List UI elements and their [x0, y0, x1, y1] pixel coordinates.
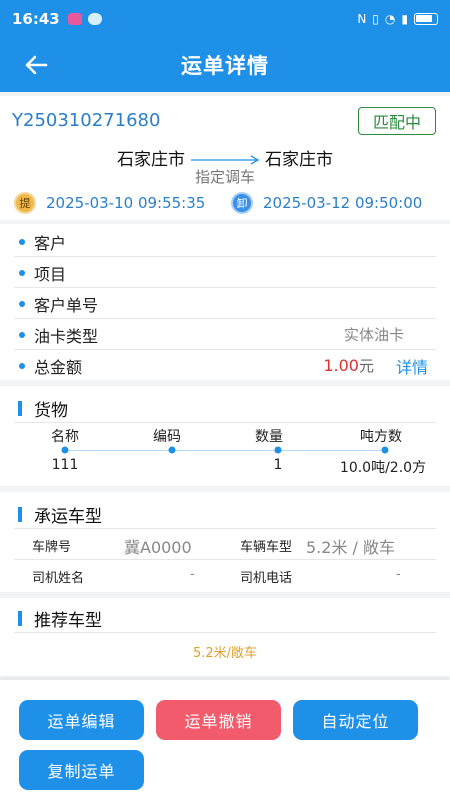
unload-time: 2025-03-12 09:50:00 [263, 194, 423, 212]
customer-row: 客户 [0, 226, 450, 257]
goods-col-name: 名称 [51, 429, 79, 445]
pickup-time: 2025-03-10 09:55:35 [46, 194, 206, 212]
goods-quantity: 1 [273, 457, 283, 473]
vehicle-row-1: 车牌号 冀A0000 车辆车型 5.2米 / 敞车 [0, 529, 450, 559]
copy-waybill-button[interactable]: 复制运单 [19, 750, 144, 790]
oil-card-label: 油卡类型 [34, 326, 99, 346]
status-badge: 匹配中 [358, 107, 436, 135]
waybill-number: Y250310271680 [12, 110, 161, 131]
page-title: 运单详情 [181, 54, 269, 78]
dispatch-type: 指定调车 [194, 168, 255, 186]
recommended-section-title: 推荐车型 [18, 606, 102, 631]
vehicle-card: 承运车型 车牌号 冀A0000 车辆车型 5.2米 / 敞车 司机姓名 - 司机… [0, 492, 450, 592]
customer-label: 客户 [34, 233, 67, 253]
total-amount-unit: 元 [358, 357, 374, 375]
notification-app-icon [67, 13, 82, 25]
customer-order-label: 客户单号 [34, 295, 99, 315]
vehicle-type-label: 车辆车型 [240, 540, 293, 555]
goods-col-code: 编码 [153, 429, 181, 445]
goods-card: 货物 名称 编码 数量 吨方数 111 1 10.0吨/2.0方 [0, 386, 450, 486]
vehicle-row-2: 司机姓名 - 司机电话 - [0, 560, 450, 590]
nfc-icon: N [357, 12, 367, 26]
info-card: 客户 项目 客户单号 油卡类型 实体油卡 总金额 1.00元 详情 [0, 224, 450, 380]
battery-icon [414, 13, 438, 25]
waybill-summary-card: Y250310271680 匹配中 石家庄市 石家庄市 指定调车 提 2025-… [0, 96, 450, 220]
vehicle-section-title: 承运车型 [18, 502, 102, 527]
cancel-waybill-button[interactable]: 运单撤销 [156, 700, 281, 740]
alert-icon: ▮ [401, 12, 408, 26]
amount-detail-link[interactable]: 详情 [396, 354, 428, 378]
status-time: 16:43 [12, 10, 60, 28]
goods-tonnage: 10.0吨/2.0方 [339, 460, 427, 476]
goods-timeline [65, 450, 385, 451]
goods-name: 111 [51, 457, 79, 473]
status-bar: 16:43 N ▯ ◔ ▮ [0, 0, 450, 38]
wifi-icon: ◔ [384, 12, 396, 26]
driver-phone-label: 司机电话 [240, 571, 293, 586]
nav-bar: 运单详情 [0, 38, 450, 92]
customer-order-row: 客户单号 [0, 288, 450, 319]
total-amount-row: 总金额 1.00元 详情 [0, 350, 450, 381]
total-amount-label: 总金额 [34, 357, 83, 377]
route-arrow-icon [191, 154, 260, 165]
pickup-tag-icon: 提 [14, 192, 36, 214]
goods-col-quantity: 数量 [255, 429, 283, 445]
driver-phone-value: - [396, 567, 401, 582]
recommended-card: 推荐车型 5.2米/敞车 [0, 598, 450, 676]
driver-name-label: 司机姓名 [32, 571, 85, 586]
plate-label: 车牌号 [32, 540, 72, 555]
plate-value: 冀A0000 [124, 538, 192, 557]
driver-name-value: - [190, 567, 195, 582]
goods-section-title: 货物 [18, 396, 68, 421]
back-arrow-icon[interactable] [22, 51, 50, 79]
vehicle-type-value: 5.2米 / 敞车 [306, 538, 396, 557]
goods-col-tonnage: 吨方数 [360, 429, 402, 445]
oil-card-value: 实体油卡 [343, 326, 404, 344]
action-bar: 运单编辑 运单撤销 自动定位 复制运单 [0, 680, 450, 800]
total-amount-value: 1.00 [323, 356, 359, 375]
oil-card-row: 油卡类型 实体油卡 [0, 319, 450, 350]
total-amount: 1.00元 [323, 355, 374, 376]
vibrate-icon: ▯ [372, 12, 379, 26]
cloud-app-icon [87, 13, 102, 25]
auto-locate-button[interactable]: 自动定位 [293, 700, 418, 740]
project-label: 项目 [34, 264, 67, 284]
unload-time-row: 卸 2025-03-12 09:50:00 [231, 192, 422, 214]
project-row: 项目 [0, 257, 450, 288]
pickup-time-row: 提 2025-03-10 09:55:35 [14, 192, 205, 214]
edit-waybill-button[interactable]: 运单编辑 [19, 700, 144, 740]
unload-tag-icon: 卸 [231, 192, 253, 214]
recommended-value: 5.2米/敞车 [192, 646, 258, 661]
